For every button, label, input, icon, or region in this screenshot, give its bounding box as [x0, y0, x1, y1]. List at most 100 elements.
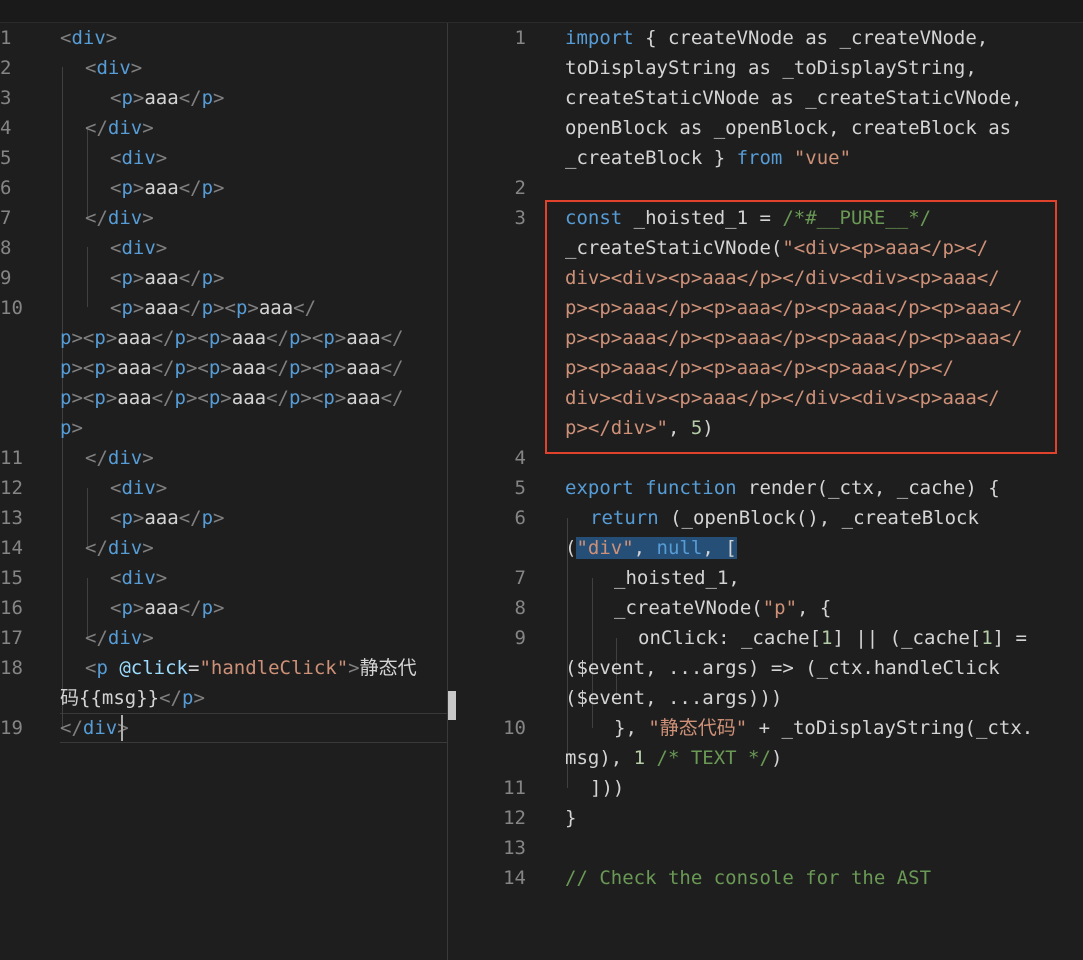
code-token: _createBlock } [565, 147, 737, 169]
code-token: ] || (_cache[ [832, 627, 982, 649]
code-token: , [633, 537, 657, 559]
code-line[interactable]: <div> [60, 23, 117, 53]
code-line[interactable]: <p>aaa</p> [110, 83, 224, 113]
code-line[interactable]: <div> [110, 473, 167, 503]
code-line[interactable]: import { createVNode as _createVNode, [565, 23, 988, 53]
code-line[interactable]: <p>aaa</p><p>aaa</ [110, 293, 316, 323]
code-token: p [60, 387, 72, 409]
code-token: "vue" [793, 147, 852, 169]
code-token: </ [266, 327, 289, 349]
code-line[interactable]: p><p>aaa</p><p>aaa</p><p>aaa</ [60, 323, 403, 353]
code-line[interactable]: <div> [110, 563, 167, 593]
code-token: openBlock as _openBlock, createBlock as [565, 117, 1012, 139]
code-line[interactable]: ("div", null, [ [565, 533, 737, 563]
code-line[interactable]: p><p>aaa</p><p>aaa</p><p>aaa</p><p>aaa</ [565, 323, 1023, 353]
code-line[interactable]: const _hoisted_1 = /*#__PURE__*/ [565, 203, 931, 233]
code-line[interactable]: <p>aaa</p> [110, 173, 224, 203]
code-token: </ [151, 327, 175, 349]
line-number: 17 [0, 627, 23, 649]
line-number: 3 [514, 207, 526, 229]
code-token: } [565, 807, 577, 829]
line-number [478, 413, 526, 443]
code-line[interactable]: </div> [85, 533, 154, 563]
code-token: div [121, 237, 156, 259]
code-token: < [85, 657, 97, 679]
code-line[interactable]: </div> [85, 443, 154, 473]
code-token: ])) [590, 777, 625, 799]
code-line[interactable]: return (_openBlock(), _createBlock [590, 503, 979, 533]
code-token: const [565, 207, 623, 229]
code-line[interactable]: openBlock as _openBlock, createBlock as [565, 113, 1011, 143]
code-token: onClick: _cache[ [638, 627, 822, 649]
code-line[interactable]: <div> [110, 143, 167, 173]
code-token: _hoisted_1 = [622, 207, 783, 229]
code-line[interactable]: export function render(_ctx, _cache) { [565, 473, 1000, 503]
code-token: "handleClick" [199, 657, 349, 679]
code-token: > [142, 117, 154, 139]
code-token: < [110, 267, 122, 289]
code-line[interactable]: } [565, 803, 576, 833]
code-line[interactable]: ($event, ...args) => (_ctx.handleClick [565, 653, 1000, 683]
code-line[interactable]: _createVNode("p", { [614, 593, 831, 623]
code-line[interactable]: ($event, ...args))) [565, 683, 782, 713]
code-token: div><div><p>aaa</p></div><div><p>aaa</ [565, 387, 1000, 409]
code-token: </ [266, 387, 289, 409]
code-token: p [121, 507, 133, 529]
code-line[interactable]: p><p>aaa</p><p>aaa</p><p>aaa</p><p>aaa</ [565, 293, 1023, 323]
code-token: , { [797, 597, 832, 619]
code-token: p [94, 387, 106, 409]
code-token: p [323, 387, 335, 409]
code-token: _hoisted_1, [614, 567, 740, 589]
code-line[interactable]: _hoisted_1, [614, 563, 740, 593]
line-number [478, 83, 526, 113]
code-line[interactable]: <p @click="handleClick">静态代 [85, 653, 417, 683]
code-line[interactable]: </div> [85, 623, 154, 653]
code-token: null [656, 537, 703, 559]
code-line[interactable]: _createBlock } from "vue" [565, 143, 851, 173]
code-token: aaa [231, 387, 267, 409]
code-line[interactable]: // Check the console for the AST [565, 863, 931, 893]
code-token: aaa [231, 327, 267, 349]
code-line[interactable]: p><p>aaa</p><p>aaa</p><p>aaa</ [60, 353, 403, 383]
code-line[interactable]: onClick: _cache[1] || (_cache[1] = [638, 623, 1027, 653]
code-line[interactable]: p> [60, 413, 83, 443]
code-token: { createVNode as _createVNode, [633, 27, 989, 49]
code-token: "静态代码" [648, 717, 748, 739]
code-token: > [300, 327, 312, 349]
compiled-output-pane[interactable]: 1 import { createVNode as _createVNode, to… [448, 23, 1083, 960]
code-line[interactable]: <div> [110, 233, 167, 263]
code-line[interactable]: p><p>aaa</p><p>aaa</p><p>aaa</ [60, 383, 403, 413]
code-line[interactable]: msg), 1 /* TEXT */) [565, 743, 782, 773]
code-token: aaa [258, 297, 294, 319]
code-line[interactable]: <p>aaa</p> [110, 593, 224, 623]
code-line[interactable]: div><div><p>aaa</p></div><div><p>aaa</ [565, 263, 1000, 293]
code-line[interactable]: </div> [60, 713, 129, 743]
code-token: 静态代 [359, 657, 417, 679]
code-line[interactable]: 码{{msg}}</p> [60, 683, 205, 713]
code-line[interactable]: </div> [85, 203, 154, 233]
code-token: div [107, 117, 143, 139]
code-line[interactable]: }, "静态代码" + _toDisplayString(_ctx. [614, 713, 1033, 743]
code-line[interactable]: createStaticVNode as _createStaticVNode, [565, 83, 1023, 113]
code-line[interactable]: </div> [85, 113, 154, 143]
code-line[interactable]: <div> [85, 53, 142, 83]
code-line[interactable]: p></div>", 5) [565, 413, 714, 443]
code-line[interactable]: toDisplayString as _toDisplayString, [565, 53, 977, 83]
code-line[interactable]: _createStaticVNode("<div><p>aaa</p></ [565, 233, 988, 263]
code-token: > [155, 567, 168, 589]
code-token: }, [614, 717, 649, 739]
code-line[interactable]: <p>aaa</p> [110, 263, 224, 293]
line-number: 2 [0, 57, 12, 79]
code-token: p [60, 357, 72, 379]
code-line[interactable]: p><p>aaa</p><p>aaa</p><p>aaa</p></ [565, 353, 954, 383]
code-line[interactable]: div><div><p>aaa</p></div><div><p>aaa</ [565, 383, 1000, 413]
template-editor-pane[interactable]: 1 <div> 2 <div> 3 <p>aaa</p> 4 </div> 5 <div> 6 <p>… [0, 23, 447, 960]
line-number [478, 143, 526, 173]
code-token: </ [178, 507, 202, 529]
line-number: 4 [514, 447, 526, 469]
code-line[interactable]: <p>aaa</p> [110, 503, 224, 533]
code-token: > [71, 327, 83, 349]
code-token: </ [85, 627, 108, 649]
code-token: > [247, 297, 259, 319]
code-line[interactable]: ])) [590, 773, 624, 803]
